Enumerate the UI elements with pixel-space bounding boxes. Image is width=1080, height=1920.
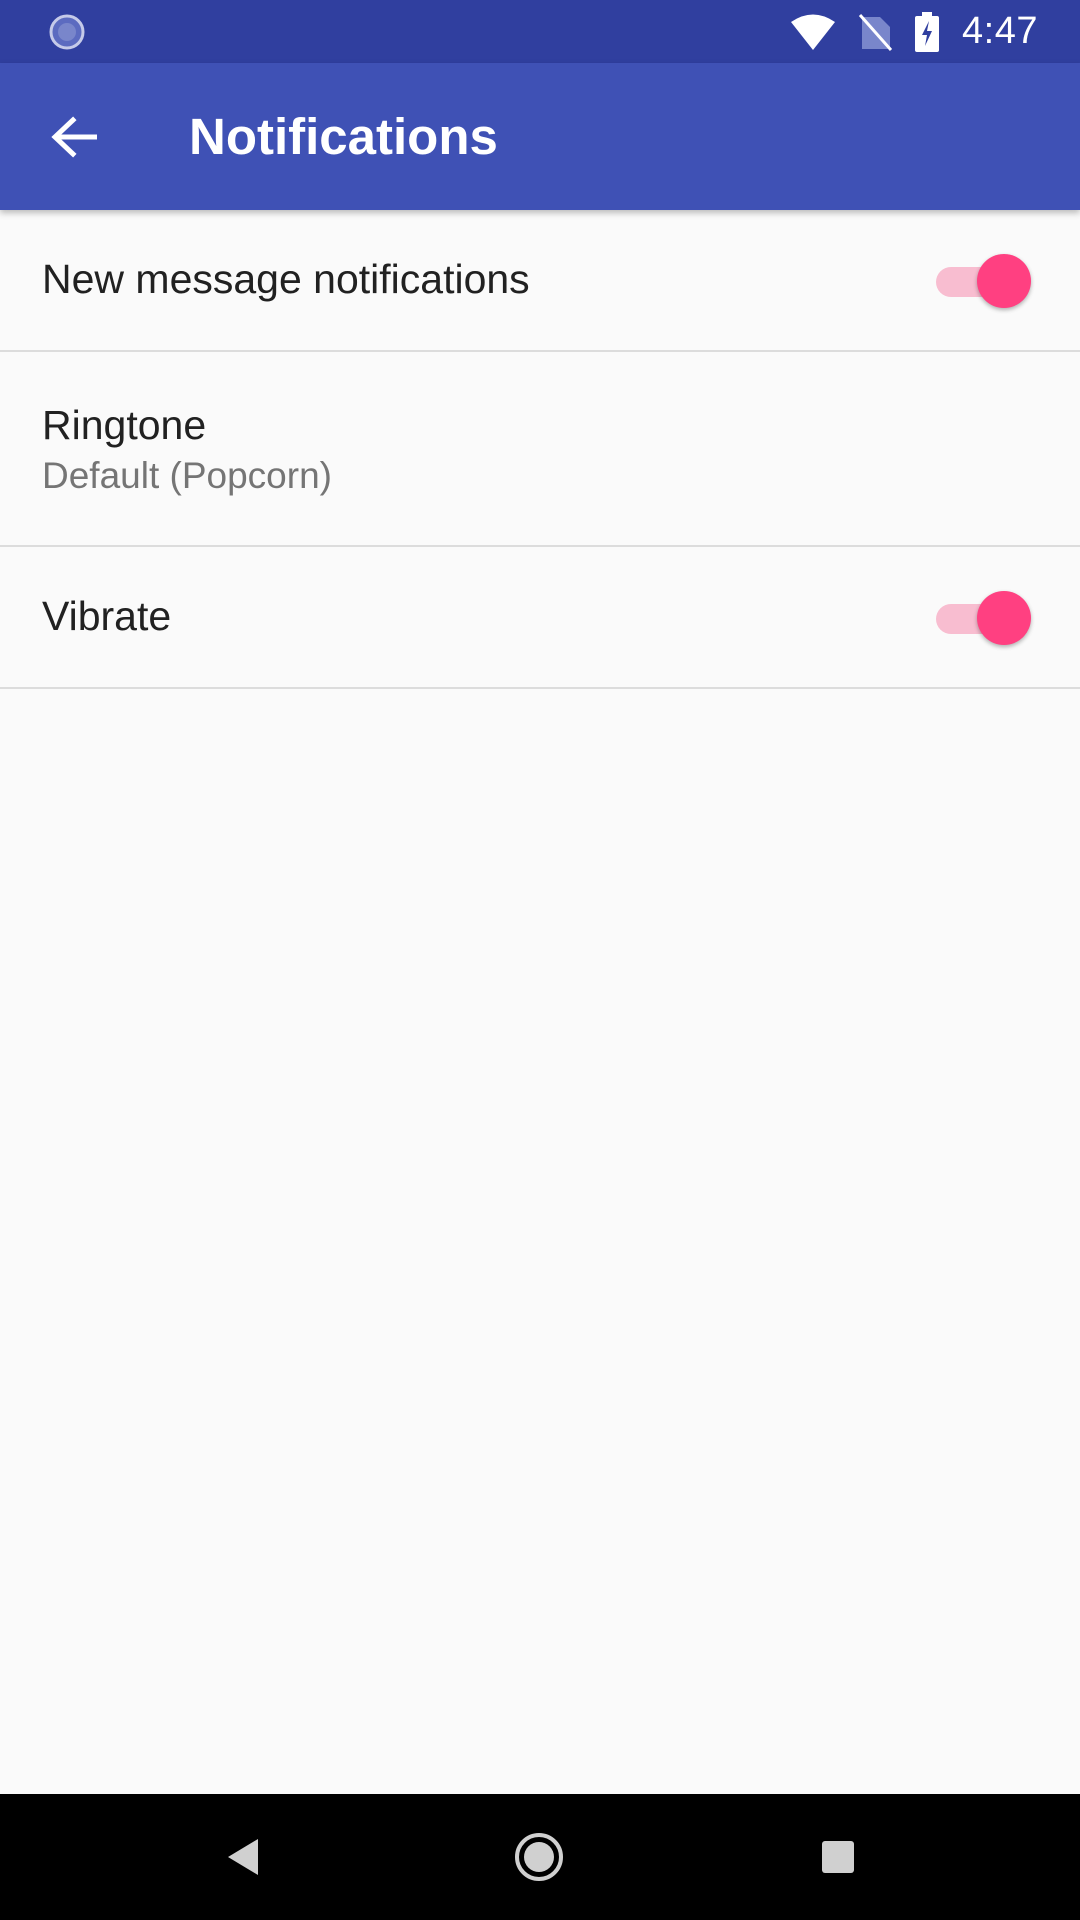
- switch-thumb: [977, 591, 1031, 645]
- pref-vibrate[interactable]: Vibrate: [0, 547, 1080, 689]
- battery-charging-icon: [915, 11, 940, 52]
- wifi-icon: [791, 14, 836, 50]
- pref-ringtone[interactable]: Ringtone Default (Popcorn): [0, 352, 1080, 547]
- nav-home-button[interactable]: [506, 1824, 572, 1890]
- status-time: 4:47: [962, 10, 1038, 52]
- nav-back-button[interactable]: [209, 1824, 275, 1890]
- status-icons: 4:47: [790, 0, 1038, 63]
- new-message-notifications-switch[interactable]: [936, 254, 1031, 308]
- navigation-bar: [0, 1794, 1080, 1920]
- pref-title: Ringtone: [42, 402, 207, 448]
- pref-title: Vibrate: [42, 593, 172, 639]
- nav-recents-button[interactable]: [805, 1824, 871, 1890]
- loading-circle-icon: [49, 14, 85, 50]
- back-button[interactable]: [30, 103, 118, 171]
- no-sim-icon: [858, 13, 893, 51]
- page-title: Notifications: [189, 108, 498, 165]
- nav-back-icon: [228, 1839, 258, 1875]
- notifications-settings-screen: 4:47 Notifications New message notificat…: [0, 0, 1080, 1920]
- nav-recents-icon: [822, 1841, 854, 1873]
- preference-list: New message notifications Ringtone Defau…: [0, 210, 1080, 689]
- vibrate-switch[interactable]: [936, 591, 1031, 645]
- arrow-back-icon: [51, 116, 97, 158]
- pref-title: New message notifications: [42, 256, 530, 302]
- switch-thumb: [977, 254, 1031, 308]
- nav-home-icon: [515, 1833, 563, 1881]
- app-bar: Notifications: [0, 63, 1080, 210]
- pref-summary: Default (Popcorn): [42, 455, 332, 496]
- pref-new-message-notifications[interactable]: New message notifications: [0, 210, 1080, 352]
- status-bar: 4:47: [0, 0, 1080, 63]
